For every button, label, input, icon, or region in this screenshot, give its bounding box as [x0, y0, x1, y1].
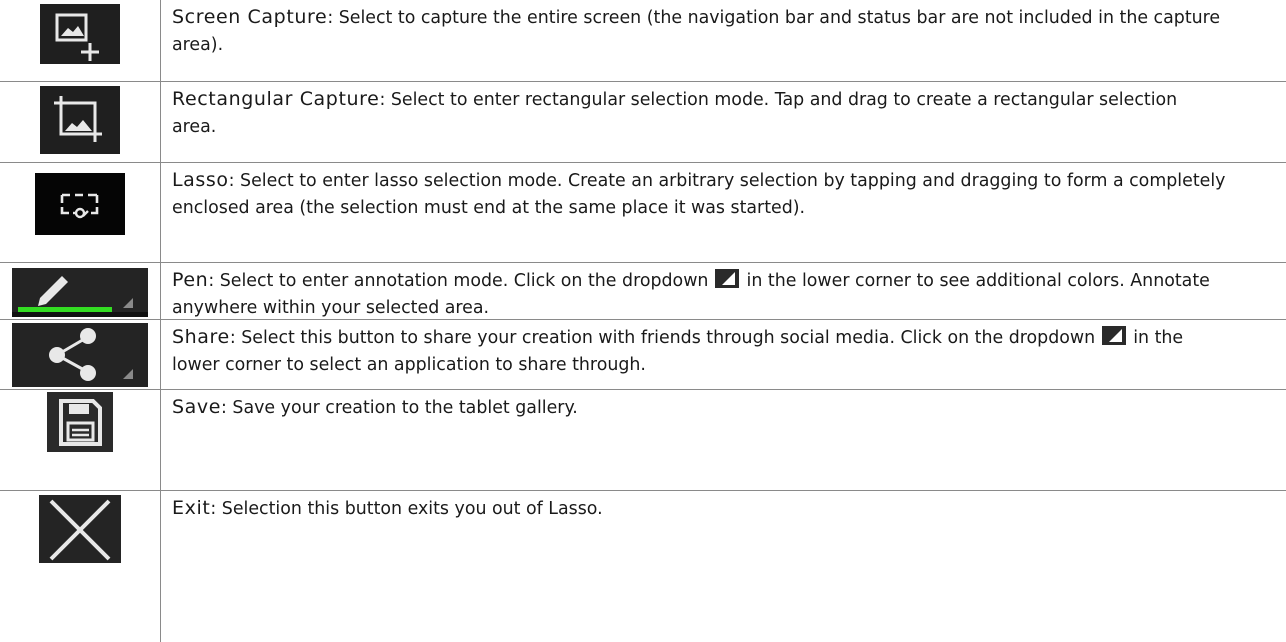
- term-label: Save: [172, 396, 222, 418]
- row-description: Exit: Selection this button exits you ou…: [172, 495, 1226, 523]
- term-label: Share: [172, 326, 230, 348]
- share-icon: [12, 323, 148, 387]
- row-share: Share: Select this button to share your …: [0, 320, 1286, 389]
- icon-cell: [0, 268, 160, 317]
- pen-icon: [12, 268, 148, 317]
- row-description: Rectangular Capture: Select to enter rec…: [172, 86, 1226, 141]
- tool-table: Screen Capture: Select to capture the en…: [0, 0, 1286, 642]
- icon-cell: [0, 323, 160, 387]
- row-description: Lasso: Select to enter lasso selection m…: [172, 167, 1226, 222]
- term-label: Pen: [172, 269, 209, 291]
- icon-cell: [0, 86, 160, 154]
- row-lasso: Lasso: Select to enter lasso selection m…: [0, 163, 1286, 262]
- row-description: Pen: Select to enter annotation mode. Cl…: [172, 267, 1226, 322]
- row-description: Save: Save your creation to the tablet g…: [172, 394, 1226, 422]
- description-text-before: Select to enter annotation mode. Click o…: [214, 271, 714, 291]
- icon-cell: [0, 392, 160, 452]
- term-label: Exit: [172, 497, 211, 519]
- term-label: Lasso: [172, 169, 229, 191]
- row-pen: Pen: Select to enter annotation mode. Cl…: [0, 263, 1286, 318]
- description-text: Select to enter lasso selection mode. Cr…: [172, 171, 1226, 218]
- icon-cell: [0, 173, 160, 235]
- icon-cell: [0, 495, 160, 563]
- description-text: Save your creation to the tablet gallery…: [226, 398, 578, 418]
- dropdown-corner-icon: [1101, 326, 1126, 345]
- term-label: Rectangular Capture: [172, 88, 380, 110]
- description-text: Selection this button exits you out of L…: [216, 499, 603, 519]
- row-screen-capture: Screen Capture: Select to capture the en…: [0, 0, 1286, 64]
- row-description: Screen Capture: Select to capture the en…: [172, 4, 1226, 59]
- row-save: Save: Save your creation to the tablet g…: [0, 390, 1286, 490]
- crop-icon: [40, 86, 120, 154]
- term-label: Screen Capture: [172, 6, 328, 28]
- save-icon: [47, 392, 113, 452]
- row-description: Share: Select this button to share your …: [172, 324, 1226, 379]
- dropdown-corner-icon: [714, 269, 739, 288]
- description-text-before: Select this button to share your creatio…: [235, 328, 1101, 348]
- screen-capture-icon: [40, 4, 120, 64]
- lasso-icon: [35, 173, 125, 235]
- row-exit: Exit: Selection this button exits you ou…: [0, 491, 1286, 642]
- icon-cell: [0, 4, 160, 64]
- close-icon: [39, 495, 121, 563]
- row-rectangular-capture: Rectangular Capture: Select to enter rec…: [0, 82, 1286, 162]
